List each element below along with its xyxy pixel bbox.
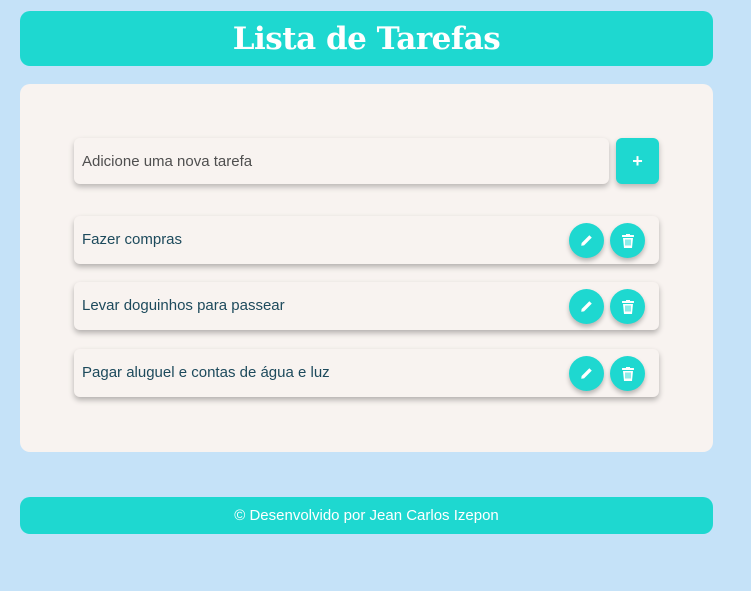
task-text: Levar doguinhos para passear	[82, 297, 285, 314]
add-task-button[interactable]: +	[616, 138, 659, 184]
task-item: Levar doguinhos para passear	[74, 282, 659, 330]
edit-task-button[interactable]	[569, 289, 604, 324]
footer-credit: © Desenvolvido por Jean Carlos Izepon	[234, 507, 499, 524]
pencil-icon	[581, 301, 592, 312]
edit-task-button[interactable]	[569, 223, 604, 258]
task-text: Pagar aluguel e contas de água e luz	[82, 364, 330, 381]
page-title: Lista de Tarefas	[232, 20, 501, 57]
trash-icon	[621, 233, 634, 248]
task-card: + Fazer compras Levar doguinhos para pas…	[20, 84, 713, 452]
delete-task-button[interactable]	[610, 289, 645, 324]
page-footer: © Desenvolvido por Jean Carlos Izepon	[20, 497, 713, 534]
trash-icon	[621, 366, 634, 381]
plus-icon: +	[632, 150, 643, 171]
task-item: Pagar aluguel e contas de água e luz	[74, 349, 659, 397]
task-text: Fazer compras	[82, 231, 183, 248]
delete-task-button[interactable]	[610, 356, 645, 391]
trash-icon	[621, 299, 634, 314]
pencil-icon	[581, 235, 592, 246]
delete-task-button[interactable]	[610, 223, 645, 258]
add-task-row: +	[74, 138, 659, 184]
pencil-icon	[581, 368, 592, 379]
new-task-input[interactable]	[74, 138, 609, 184]
task-item: Fazer compras	[74, 216, 659, 264]
edit-task-button[interactable]	[569, 356, 604, 391]
app-header: Lista de Tarefas	[20, 11, 713, 66]
